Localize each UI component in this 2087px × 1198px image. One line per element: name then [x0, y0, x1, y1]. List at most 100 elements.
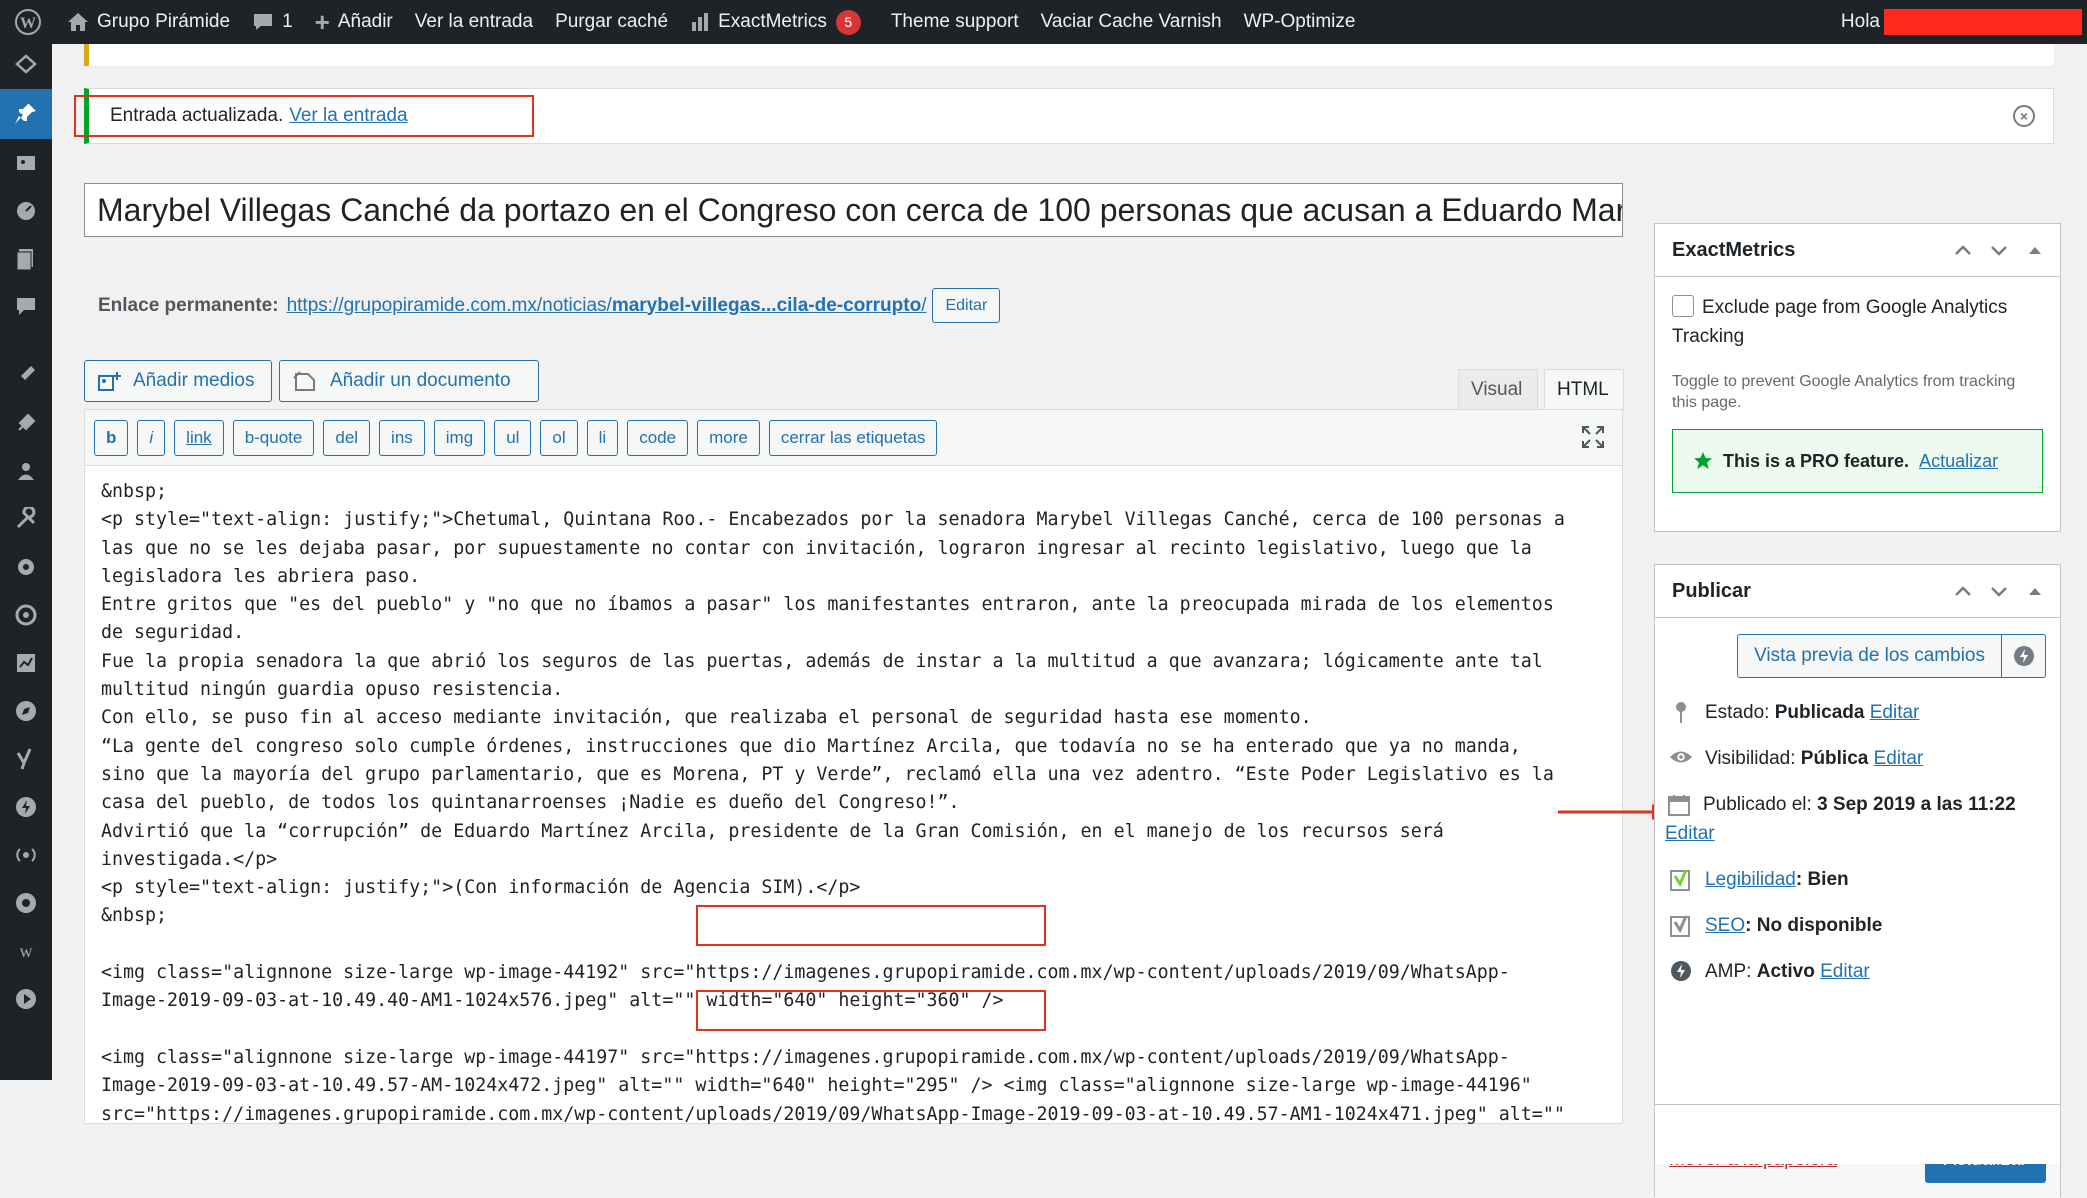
menu-w-icon[interactable]: w — [0, 927, 52, 975]
code-line: Image-2019-09-03-at-10.49.57-AM-1024x472… — [101, 1072, 1606, 1100]
code-line: Con ello, se puso fin al acceso mediante… — [101, 704, 1606, 732]
menu-play-icon[interactable] — [0, 975, 52, 1023]
redacted-username — [1884, 9, 2082, 35]
menu-dashboard-gauge-icon[interactable] — [0, 187, 52, 235]
plus-icon: + — [315, 7, 330, 38]
add-document-button[interactable]: Añadir un documento — [279, 360, 539, 402]
published-label: Publicado el: — [1703, 794, 1812, 815]
amp-edit-link[interactable]: Editar — [1820, 961, 1870, 982]
add-media-button[interactable]: Añadir medios — [84, 360, 272, 402]
pro-upgrade-link[interactable]: Actualizar — [1919, 447, 1998, 476]
seo-link[interactable]: SEO — [1705, 915, 1745, 936]
permalink-link[interactable]: https://grupopiramide.com.mx/noticias/ma… — [287, 295, 927, 317]
qt-ul-button[interactable]: ul — [494, 420, 531, 456]
site-name-link[interactable]: Grupo Pirámide — [56, 0, 241, 44]
menu-dashboard-icon[interactable] — [0, 44, 52, 84]
status-label: Estado: — [1705, 702, 1769, 723]
add-new-label: Añadir — [338, 11, 393, 33]
code-line: &nbsp; — [101, 902, 1606, 930]
move-up-icon[interactable] — [1952, 580, 1974, 602]
code-line: <p style="text-align: justify;">Chetumal… — [101, 506, 1606, 534]
menu-appearance-icon[interactable] — [0, 351, 52, 399]
howdy-label: Hola — [1841, 11, 1880, 33]
menu-users-icon[interactable] — [0, 447, 52, 495]
fullscreen-icon[interactable] — [1580, 424, 1606, 455]
menu-tools-icon[interactable] — [0, 495, 52, 543]
html-editor: b i link b-quote del ins img ul ol li co… — [84, 409, 1623, 1124]
qt-code-button[interactable]: code — [627, 420, 688, 456]
move-up-icon[interactable] — [1952, 239, 1974, 261]
dismiss-icon[interactable]: × — [2013, 105, 2035, 127]
qt-li-button[interactable]: li — [587, 420, 619, 456]
html-code-textarea[interactable]: &nbsp; <p style="text-align: justify;">Ch… — [85, 466, 1622, 1129]
preview-options-icon[interactable] — [2002, 634, 2046, 678]
theme-support-link[interactable]: Theme support — [880, 0, 1030, 44]
code-line — [101, 931, 1606, 959]
add-new-link[interactable]: + Añadir — [304, 0, 404, 44]
svg-text:w: w — [20, 941, 33, 961]
menu-eye-icon[interactable] — [0, 879, 52, 927]
move-down-icon[interactable] — [1988, 580, 2010, 602]
menu-comments-icon[interactable] — [0, 283, 52, 331]
account-menu[interactable]: Hola — [1841, 0, 2087, 44]
exactmetrics-link[interactable]: ExactMetrics 5 — [679, 0, 872, 44]
exclude-tracking-checkbox[interactable] — [1672, 295, 1694, 317]
svg-text:W: W — [20, 15, 36, 32]
permalink-edit-button[interactable]: Editar — [932, 288, 1000, 323]
code-line: src="https://imagenes.grupopiramide.com.… — [101, 1101, 1606, 1129]
visibility-edit-link[interactable]: Editar — [1874, 748, 1924, 769]
menu-plugins-icon[interactable] — [0, 399, 52, 447]
comments-link[interactable]: 1 — [241, 0, 304, 44]
qt-close-tags-button[interactable]: cerrar las etiquetas — [769, 420, 938, 456]
qt-ol-button[interactable]: ol — [540, 420, 577, 456]
view-post-link[interactable]: Ver la entrada — [404, 0, 544, 44]
qt-blockquote-button[interactable]: b-quote — [233, 420, 315, 456]
document-icon — [292, 370, 320, 392]
menu-stats-icon[interactable] — [0, 639, 52, 687]
amp-row: AMP: Activo Editar — [1669, 957, 2046, 986]
qt-more-button[interactable]: more — [697, 420, 760, 456]
tab-visual[interactable]: Visual — [1458, 369, 1538, 411]
menu-posts-icon[interactable] — [0, 89, 52, 139]
menu-yoast-icon[interactable] — [0, 735, 52, 783]
wordpress-logo-icon[interactable]: W — [0, 0, 56, 44]
eye-icon — [1669, 744, 1693, 767]
notice-view-post-link[interactable]: Ver la entrada — [289, 105, 407, 127]
wp-optimize-link[interactable]: WP-Optimize — [1233, 0, 1367, 44]
code-line: legisladora les abriera paso. — [101, 563, 1606, 591]
menu-media-icon[interactable] — [0, 139, 52, 187]
menu-signal-icon[interactable] — [0, 831, 52, 879]
varnish-link[interactable]: Vaciar Cache Varnish — [1030, 0, 1233, 44]
post-title-input[interactable]: Marybel Villegas Canché da portazo en el… — [84, 183, 1623, 237]
published-edit-link[interactable]: Editar — [1665, 823, 1715, 844]
qt-img-button[interactable]: img — [434, 420, 485, 456]
qt-del-button[interactable]: del — [323, 420, 370, 456]
menu-exactmetrics-icon[interactable] — [0, 591, 52, 639]
tab-html[interactable]: HTML — [1544, 369, 1624, 411]
menu-compass-icon[interactable] — [0, 687, 52, 735]
code-line: <p style="text-align: justify;">(Con inf… — [101, 874, 1606, 902]
menu-pages-icon[interactable] — [0, 235, 52, 283]
qt-link-button[interactable]: link — [174, 420, 224, 456]
qt-italic-button[interactable]: i — [137, 420, 165, 456]
amp-value: Activo — [1757, 961, 1815, 982]
preview-row: Vista previa de los cambios — [1669, 634, 2046, 678]
exactmetrics-badge: 5 — [836, 10, 861, 35]
status-edit-link[interactable]: Editar — [1870, 702, 1920, 723]
amp-icon — [1669, 957, 1693, 982]
readability-link[interactable]: Legibilidad — [1705, 869, 1796, 890]
permalink-end: / — [921, 295, 926, 316]
code-line: Fue la propia senadora la que abrió los … — [101, 648, 1606, 676]
calendar-icon — [1667, 790, 1691, 817]
code-line: Advirtió que la “corrupción” de Eduardo … — [101, 818, 1606, 846]
collapse-toggle-icon[interactable] — [2024, 239, 2046, 261]
move-down-icon[interactable] — [1988, 239, 2010, 261]
qt-ins-button[interactable]: ins — [379, 420, 425, 456]
exactmetrics-metabox-title: ExactMetrics — [1672, 239, 1795, 262]
menu-amp-icon[interactable] — [0, 783, 52, 831]
purge-cache-link[interactable]: Purgar caché — [544, 0, 679, 44]
menu-settings-plugin-icon[interactable] — [0, 543, 52, 591]
qt-bold-button[interactable]: b — [94, 420, 128, 456]
preview-changes-button[interactable]: Vista previa de los cambios — [1737, 634, 2002, 678]
collapse-toggle-icon[interactable] — [2024, 580, 2046, 602]
